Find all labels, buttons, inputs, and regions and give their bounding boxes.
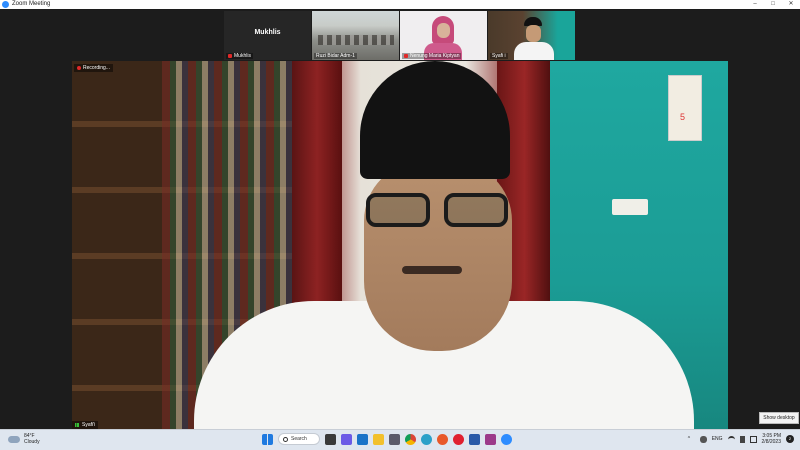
start-windows-icon[interactable]	[262, 433, 273, 445]
wall-calendar: 5	[668, 75, 702, 141]
zoom-taskbar-icon[interactable]	[501, 433, 512, 445]
recording-indicator: Recording...	[74, 64, 113, 72]
participant-tile-ruzi[interactable]: Ruzi Bidar Adm-1	[312, 11, 399, 60]
volume-icon[interactable]	[739, 435, 745, 443]
notification-badge[interactable]: 2	[786, 435, 794, 443]
file-explorer-icon[interactable]	[373, 433, 384, 445]
app-icon[interactable]	[485, 433, 496, 445]
curtain-left	[292, 61, 342, 321]
record-dot-icon	[77, 66, 81, 70]
show-desktop-tooltip: Show desktop	[759, 412, 799, 424]
store-icon[interactable]	[389, 433, 400, 445]
zoom-app-icon	[2, 1, 9, 8]
participant-strip: Mukhlis Mukhlis Ruzi Bidar Adm-1 Nenung …	[224, 11, 576, 60]
microphone-icon[interactable]	[699, 435, 707, 443]
battery-icon[interactable]	[749, 435, 757, 443]
window-titlebar: Zoom Meeting – □ ✕	[0, 0, 800, 9]
speaker-name-label: Syafi'i	[72, 421, 99, 429]
participant-tile-nenung[interactable]: Nenung Maria Kiptyan	[400, 11, 487, 60]
muted-mic-icon	[404, 54, 408, 58]
weather-desc: Cloudy	[24, 439, 40, 445]
speaker-face	[364, 161, 512, 351]
participant-label: Ruzi Bidar Adm-1	[314, 53, 357, 59]
wifi-icon[interactable]	[727, 435, 735, 443]
participant-label: Mukhlis	[226, 53, 253, 59]
audio-level-icon	[75, 423, 80, 427]
meeting-room-video	[318, 35, 394, 45]
chat-icon[interactable]	[341, 433, 352, 445]
minimize-button[interactable]: –	[746, 0, 764, 9]
cloud-icon	[8, 435, 20, 443]
participant-tile-mukhlis[interactable]: Mukhlis Mukhlis	[224, 11, 311, 60]
speaker-mustache	[402, 266, 462, 274]
task-view-icon[interactable]	[325, 433, 336, 445]
wall-socket	[612, 199, 648, 215]
language-indicator[interactable]: ENG	[712, 436, 723, 442]
windows-taskbar: 84°F Cloudy Search ^ ENG 3:05 PM 2/8/2023 …	[0, 429, 800, 450]
participant-name-large: Mukhlis	[254, 29, 281, 36]
muted-mic-icon	[228, 54, 232, 58]
taskbar-search[interactable]: Search	[278, 433, 320, 445]
taskbar-apps: Search	[262, 433, 512, 445]
chrome-icon[interactable]	[405, 433, 416, 445]
window-title: Zoom Meeting	[12, 1, 51, 7]
mail-icon[interactable]	[357, 433, 368, 445]
close-button[interactable]: ✕	[782, 0, 800, 9]
weather-widget[interactable]: 84°F Cloudy	[8, 433, 40, 445]
participant-tile-syafii[interactable]: Syafi i	[488, 11, 575, 60]
opera-icon[interactable]	[453, 433, 464, 445]
system-tray: ^ ENG 3:05 PM 2/8/2023 2	[688, 433, 794, 445]
active-speaker-video[interactable]: 5 Recording... Syafi'i	[72, 61, 728, 429]
taskbar-clock[interactable]: 3:05 PM 2/8/2023	[762, 433, 781, 445]
chevron-up-icon[interactable]: ^	[688, 436, 695, 443]
search-icon	[283, 436, 288, 442]
firefox-icon[interactable]	[437, 433, 448, 445]
speaker-glasses	[362, 193, 512, 229]
speaker-cap	[360, 61, 510, 179]
maximize-button[interactable]: □	[764, 0, 782, 9]
window-controls: – □ ✕	[746, 0, 800, 9]
participant-label: Syafi i	[490, 53, 508, 59]
participant-label: Nenung Maria Kiptyan	[402, 53, 462, 59]
word-icon[interactable]	[469, 433, 480, 445]
edge-icon[interactable]	[421, 433, 432, 445]
